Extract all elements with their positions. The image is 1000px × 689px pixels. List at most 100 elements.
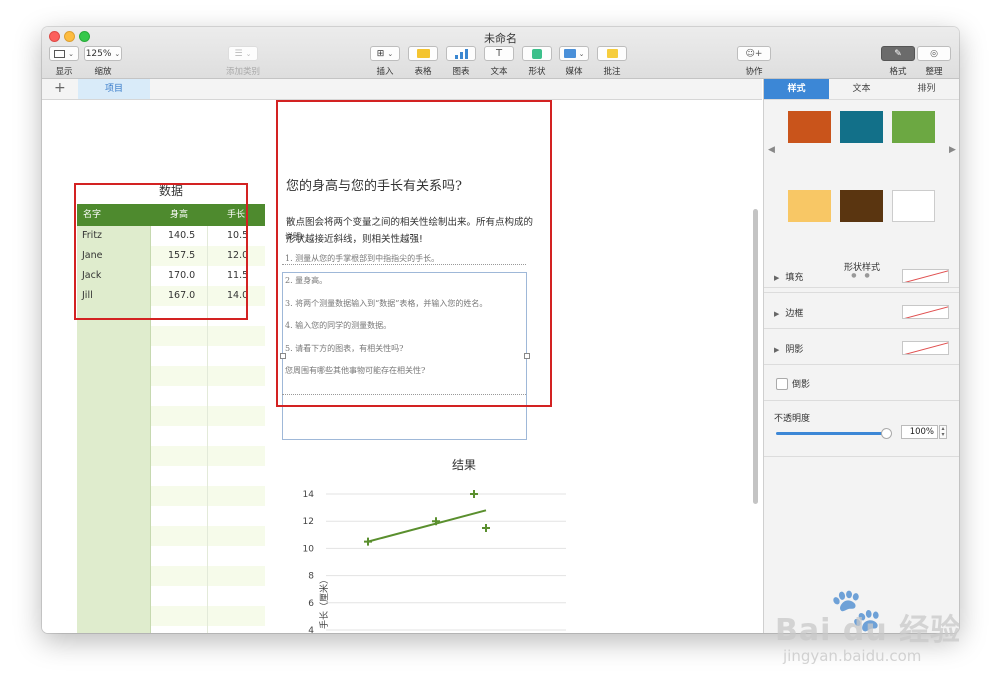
add-sheet-icon[interactable]: + xyxy=(54,80,66,96)
shadow-row[interactable]: ▶ 阴影 xyxy=(774,342,803,355)
opacity-label: 不透明度 xyxy=(774,414,811,424)
chevron-down-icon: ⌄ xyxy=(68,49,74,58)
table-row-stripe xyxy=(151,406,265,427)
table-button[interactable] xyxy=(408,46,438,61)
shape-style-swatch[interactable] xyxy=(840,111,883,143)
y-tick-label: 6 xyxy=(308,599,314,609)
y-tick-label: 10 xyxy=(303,544,315,554)
format-button[interactable]: ✎ xyxy=(881,46,915,61)
text-button[interactable]: T xyxy=(484,46,514,61)
border-row[interactable]: ▶ 边框 xyxy=(774,306,803,319)
highlight-box-textbox xyxy=(276,100,552,407)
organize-icon: ◎ xyxy=(930,48,938,59)
table-row-stripe xyxy=(151,386,265,407)
y-tick-label: 8 xyxy=(308,572,314,582)
divider xyxy=(764,328,959,329)
reflection-checkbox[interactable] xyxy=(776,378,788,390)
table-row-stripe xyxy=(151,466,265,487)
chevron-down-icon: ⌄ xyxy=(387,49,394,58)
disclosure-triangle-icon: ▶ xyxy=(774,346,780,354)
table-row-stripe xyxy=(151,626,265,633)
shadow-swatch[interactable] xyxy=(902,341,949,355)
highlight-box-table xyxy=(74,183,248,320)
shape-style-swatch[interactable] xyxy=(788,111,831,143)
fill-label: 填充 xyxy=(785,273,804,283)
document-canvas[interactable]: 数据 名字 身高 手长 Fritz 140.5 10.5 Jane 157.5 … xyxy=(42,100,762,633)
baidu-watermark: 🐾 Bai du 经验 jingyan.baidu.com xyxy=(775,585,965,680)
border-label: 边框 xyxy=(785,309,804,319)
shape-style-swatch[interactable] xyxy=(892,111,935,143)
chart-title: 结果 xyxy=(452,458,476,472)
chevron-down-icon: ⌄ xyxy=(245,49,252,58)
add-category-label: 添加类别 xyxy=(225,67,260,77)
opacity-field[interactable]: 100% xyxy=(901,425,938,439)
insert-button[interactable]: ⊞ ⌄ xyxy=(370,46,400,61)
scatter-point[interactable] xyxy=(364,537,372,546)
table-row-stripe xyxy=(151,326,265,347)
text-icon: T xyxy=(495,48,503,59)
chevron-left-icon[interactable]: ◀ xyxy=(768,145,775,155)
watermark-url: jingyan.baidu.com xyxy=(783,647,922,665)
table-row-stripe xyxy=(151,546,265,567)
vertical-scrollbar[interactable] xyxy=(753,209,758,504)
fill-row[interactable]: ▶ 填充 xyxy=(774,270,803,283)
app-window: 未命名 ⌄ 显示 125% ⌄ 缩放 ☰ ⌄ 添加类别 ⊞ ⌄ 插入 表格 图表 T … xyxy=(42,27,959,633)
insert-icon: ⊞ xyxy=(376,48,385,59)
table-row-stripe xyxy=(151,506,265,527)
table-row-stripe xyxy=(151,346,265,367)
y-tick-label: 12 xyxy=(303,517,314,527)
window-title: 未命名 xyxy=(484,32,517,45)
organize-button[interactable]: ◎ xyxy=(917,46,951,61)
collaborate-icon: ☺+ xyxy=(745,48,763,59)
shape-button[interactable] xyxy=(522,46,552,61)
chevron-down-icon: ⌄ xyxy=(578,49,585,58)
table-row-stripe xyxy=(151,426,265,447)
tab-style[interactable]: 样式 xyxy=(764,79,829,99)
paintbrush-icon: ✎ xyxy=(894,48,902,59)
reflection-label: 倒影 xyxy=(792,380,811,390)
sheet-tab-project[interactable]: 项目 xyxy=(78,79,150,99)
chevron-right-icon[interactable]: ▶ xyxy=(949,145,956,155)
table-row-stripe xyxy=(151,526,265,547)
fill-swatch[interactable] xyxy=(902,269,949,283)
divider xyxy=(764,99,959,100)
opacity-slider-knob[interactable] xyxy=(881,428,892,439)
comment-label: 批注 xyxy=(603,67,621,77)
y-tick-label: 14 xyxy=(303,490,315,500)
format-sidebar: 样式 文本 排列 ◀ ▶ 形状样式 ● ● ▶ 填充 ▶ 边框 ▶ 阴影 倒影 不透明… xyxy=(763,79,959,633)
media-button[interactable]: ⌄ xyxy=(559,46,589,61)
table-row-stripe xyxy=(151,366,265,387)
y-tick-label: 4 xyxy=(308,626,314,633)
scatter-point[interactable] xyxy=(470,490,478,498)
image-icon xyxy=(563,49,576,58)
trendline xyxy=(367,509,487,543)
table-row-stripe xyxy=(151,446,265,467)
organize-label: 整理 xyxy=(925,67,943,77)
shape-style-swatch[interactable] xyxy=(892,190,935,222)
table-row-stripe xyxy=(151,486,265,507)
bar-chart-icon xyxy=(454,48,468,59)
zoom-label: 缩放 xyxy=(94,67,112,77)
opacity-slider[interactable] xyxy=(776,432,886,435)
toolbar: 未命名 ⌄ 显示 125% ⌄ 缩放 ☰ ⌄ 添加类别 ⊞ ⌄ 插入 表格 图表 T … xyxy=(42,27,959,79)
table-icon xyxy=(416,49,430,58)
scatter-chart[interactable]: 结果 14 12 10 8 6 4 手长（厘米） xyxy=(270,452,570,633)
scatter-point[interactable] xyxy=(482,524,490,532)
chevron-down-icon: ⌄ xyxy=(114,49,121,58)
list-icon: ☰ xyxy=(234,48,243,59)
view-button[interactable]: ⌄ xyxy=(49,46,79,61)
divider xyxy=(764,292,959,293)
comment-button[interactable] xyxy=(597,46,627,61)
disclosure-triangle-icon: ▶ xyxy=(774,310,780,318)
collaborate-label: 协作 xyxy=(745,67,763,77)
shape-style-swatch[interactable] xyxy=(840,190,883,222)
zoom-select[interactable]: 125% ⌄ xyxy=(84,46,122,61)
tab-arrange[interactable]: 排列 xyxy=(894,79,959,99)
shape-style-swatch[interactable] xyxy=(788,190,831,222)
chart-button[interactable] xyxy=(446,46,476,61)
opacity-stepper[interactable]: ▴ ▾ xyxy=(939,425,947,439)
tab-text[interactable]: 文本 xyxy=(829,79,894,99)
border-swatch[interactable] xyxy=(902,305,949,319)
add-category-button[interactable]: ☰ ⌄ xyxy=(228,46,258,61)
collaborate-button[interactable]: ☺+ xyxy=(737,46,771,61)
